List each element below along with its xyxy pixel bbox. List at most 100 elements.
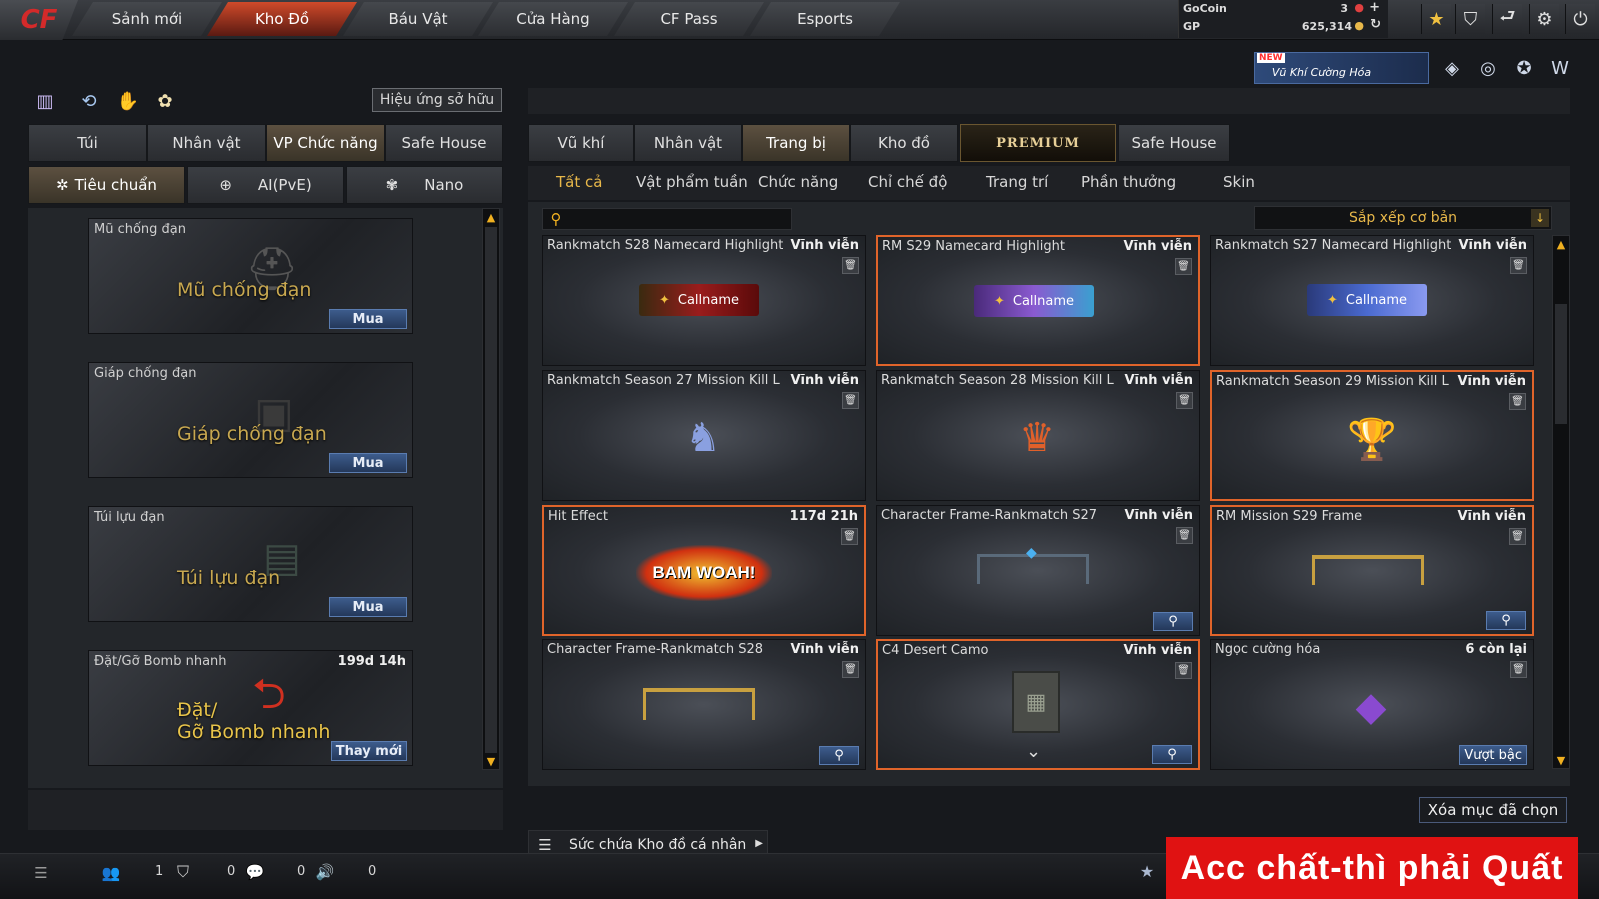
filter-skin[interactable]: Skin bbox=[1223, 173, 1255, 191]
character-icon[interactable]: ✋ bbox=[115, 88, 141, 114]
trash-icon[interactable]: 🗑 bbox=[1510, 661, 1527, 678]
left-item-card[interactable]: Mũ chống đạn ⛑ Mũ chống đạn Mua bbox=[88, 218, 413, 334]
right-tab-equipment[interactable]: Trang bị bbox=[742, 124, 850, 162]
crest-emblem-icon[interactable]: ✪ bbox=[1510, 54, 1538, 82]
scroll-down-arrow-icon[interactable]: ▼ bbox=[1553, 752, 1569, 768]
delete-selected-button[interactable]: Xóa mục đã chọn bbox=[1419, 797, 1567, 823]
scroll-up-arrow-icon[interactable]: ▲ bbox=[483, 209, 499, 225]
replace-button[interactable]: Thay mới bbox=[331, 741, 407, 761]
volume-icon[interactable]: 🔊 bbox=[314, 861, 336, 883]
buy-button[interactable]: Mua bbox=[329, 309, 407, 329]
scroll-thumb[interactable] bbox=[1555, 304, 1567, 424]
sort-arrow-icon[interactable]: ↓ bbox=[1531, 209, 1549, 227]
trash-icon[interactable]: 🗑 bbox=[1175, 258, 1192, 275]
zoom-button[interactable]: ⚲ bbox=[819, 746, 859, 765]
trash-icon[interactable]: 🗑 bbox=[1510, 257, 1527, 274]
filter-weekly[interactable]: Vật phẩm tuần bbox=[636, 173, 748, 191]
rank-star-icon[interactable]: ★ bbox=[1421, 4, 1451, 34]
item-card[interactable]: Hit Effect 117d 21h 🗑 BAM WOAH! bbox=[542, 505, 866, 636]
history-icon[interactable]: ⟲ bbox=[76, 88, 102, 114]
nav-tab-cf-pass[interactable]: CF Pass bbox=[614, 2, 764, 36]
right-scrollbar[interactable]: ▲ ▼ bbox=[1552, 235, 1570, 769]
filter-decoration[interactable]: Trang trí bbox=[986, 173, 1048, 191]
mouse-icon[interactable]: ✿ bbox=[152, 88, 178, 114]
trash-icon[interactable]: 🗑 bbox=[842, 392, 859, 409]
nav-tab-shop[interactable]: Cửa Hàng bbox=[478, 2, 628, 36]
buy-button[interactable]: Mua bbox=[329, 453, 407, 473]
owned-effect-button[interactable]: Hiệu ứng sở hữu bbox=[372, 88, 502, 112]
item-card[interactable]: RM Mission S29 Frame Vĩnh viễn 🗑 ⚲ bbox=[1210, 505, 1534, 636]
filter-rewards[interactable]: Phần thưởng bbox=[1081, 173, 1176, 191]
scroll-up-arrow-icon[interactable]: ▲ bbox=[1553, 236, 1569, 252]
nav-tab-esports[interactable]: Esports bbox=[750, 2, 900, 36]
search-box[interactable]: ⚲ bbox=[542, 208, 792, 230]
power-icon[interactable]: ⏻ bbox=[1565, 4, 1595, 34]
shield-badge-icon[interactable]: ⛉ bbox=[1455, 4, 1485, 34]
v-emblem-icon[interactable]: ◈ bbox=[1438, 54, 1466, 82]
left-tab-functional[interactable]: VP Chức năng bbox=[266, 124, 385, 162]
item-card[interactable]: C4 Desert Camo Vĩnh viễn 🗑 ▦ ⌄ ⚲ bbox=[876, 639, 1200, 770]
scroll-track[interactable] bbox=[485, 227, 497, 753]
trash-icon[interactable]: 🗑 bbox=[1509, 528, 1526, 545]
chevron-down-icon[interactable]: ⌄ bbox=[1026, 741, 1041, 762]
menu-list-icon[interactable]: ☰ bbox=[30, 862, 52, 884]
refresh-icon[interactable]: ↻ bbox=[1370, 17, 1381, 32]
left-tab-bag[interactable]: Túi bbox=[28, 124, 147, 162]
left-item-card[interactable]: Đặt/Gỡ Bomb nhanh 199d 14h ⮌ Đặt/ Gỡ Bom… bbox=[88, 650, 413, 766]
left-tab-character[interactable]: Nhân vật bbox=[147, 124, 266, 162]
item-card[interactable]: Rankmatch Season 28 Mission Kill L Vĩnh … bbox=[876, 370, 1200, 501]
item-card[interactable]: Rankmatch S28 Namecard Highlight Vĩnh vi… bbox=[542, 235, 866, 366]
item-card[interactable]: Rankmatch Season 27 Mission Kill L Vĩnh … bbox=[542, 370, 866, 501]
left-scrollbar[interactable]: ▲ ▼ bbox=[482, 208, 500, 770]
buy-button[interactable]: Mua bbox=[329, 597, 407, 617]
shield-icon[interactable]: ⛉ bbox=[172, 861, 194, 883]
right-tab-weapons[interactable]: Vũ khí bbox=[528, 124, 634, 162]
nav-tab-treasure[interactable]: Báu Vật bbox=[343, 2, 493, 36]
scroll-down-arrow-icon[interactable]: ▼ bbox=[483, 753, 499, 769]
left-item-card[interactable]: Túi lựu đạn ▤ Túi lựu đạn Mua bbox=[88, 506, 413, 622]
settings-gear-icon[interactable]: ⚙ bbox=[1529, 4, 1559, 34]
filter-mode-only[interactable]: Chỉ chế độ bbox=[868, 173, 947, 191]
sort-dropdown[interactable]: Sắp xếp cơ bản ↓ bbox=[1254, 206, 1552, 230]
subtab-nano[interactable]: ✾ Nano bbox=[346, 166, 503, 204]
subtab-ai-pve[interactable]: ⊕ AI(PvE) bbox=[187, 166, 344, 204]
right-tab-character[interactable]: Nhân vật bbox=[634, 124, 742, 162]
right-tab-safe-house[interactable]: Safe House bbox=[1118, 124, 1230, 162]
breakthrough-button[interactable]: Vượt bậc bbox=[1459, 745, 1527, 765]
rank-star-small-icon[interactable]: ★ bbox=[1134, 858, 1160, 884]
add-coin-icon[interactable]: + bbox=[1369, 0, 1380, 15]
friends-icon[interactable]: 👥 bbox=[100, 862, 122, 884]
filter-functional[interactable]: Chức năng bbox=[758, 173, 838, 191]
nav-tab-lobby[interactable]: Sảnh mới bbox=[72, 2, 222, 36]
nav-tab-inventory[interactable]: Kho Đồ bbox=[207, 2, 357, 36]
crossfire-logo[interactable]: CF bbox=[0, 0, 78, 40]
right-tab-premium[interactable]: PREMIUM bbox=[960, 124, 1116, 162]
stats-icon[interactable]: ▥ bbox=[32, 88, 58, 114]
filter-all[interactable]: Tất cả bbox=[556, 173, 602, 191]
left-item-card[interactable]: Giáp chống đạn ▣ Giáp chống đạn Mua bbox=[88, 362, 413, 478]
item-card[interactable]: Character Frame-Rankmatch S27 Vĩnh viễn … bbox=[876, 505, 1200, 636]
w-emblem-icon[interactable]: W bbox=[1546, 54, 1574, 82]
subtab-standard[interactable]: ✲ Tiêu chuẩn bbox=[28, 166, 185, 204]
trash-icon[interactable]: 🗑 bbox=[842, 257, 859, 274]
enhanced-weapon-banner[interactable]: NEW Vũ Khí Cường Hóa bbox=[1254, 52, 1429, 84]
item-card[interactable]: Rankmatch S27 Namecard Highlight Vĩnh vi… bbox=[1210, 235, 1534, 366]
globe-emblem-icon[interactable]: ◎ bbox=[1474, 54, 1502, 82]
item-card[interactable]: RM S29 Namecard Highlight Vĩnh viễn 🗑 ✦ … bbox=[876, 235, 1200, 366]
trash-icon[interactable]: 🗑 bbox=[1509, 393, 1526, 410]
exit-arrow-icon[interactable]: ⮐ bbox=[1492, 4, 1522, 34]
zoom-button[interactable]: ⚲ bbox=[1153, 612, 1193, 631]
item-card[interactable]: Rankmatch Season 29 Mission Kill L Vĩnh … bbox=[1210, 370, 1534, 501]
expand-arrow-icon[interactable]: ▶ bbox=[755, 838, 763, 849]
trash-icon[interactable]: 🗑 bbox=[1176, 392, 1193, 409]
search-input[interactable] bbox=[569, 210, 789, 228]
right-tab-storage[interactable]: Kho đồ bbox=[850, 124, 958, 162]
zoom-button[interactable]: ⚲ bbox=[1152, 745, 1192, 764]
item-card[interactable]: Ngọc cường hóa 6 còn lại 🗑 ◆ Vượt bậc bbox=[1210, 639, 1534, 770]
trash-icon[interactable]: 🗑 bbox=[842, 661, 859, 678]
trash-icon[interactable]: 🗑 bbox=[1176, 527, 1193, 544]
trash-icon[interactable]: 🗑 bbox=[841, 528, 858, 545]
item-card[interactable]: Character Frame-Rankmatch S28 Vĩnh viễn … bbox=[542, 639, 866, 770]
zoom-button[interactable]: ⚲ bbox=[1486, 611, 1526, 630]
chat-bubble-icon[interactable]: 💬 bbox=[244, 861, 266, 883]
